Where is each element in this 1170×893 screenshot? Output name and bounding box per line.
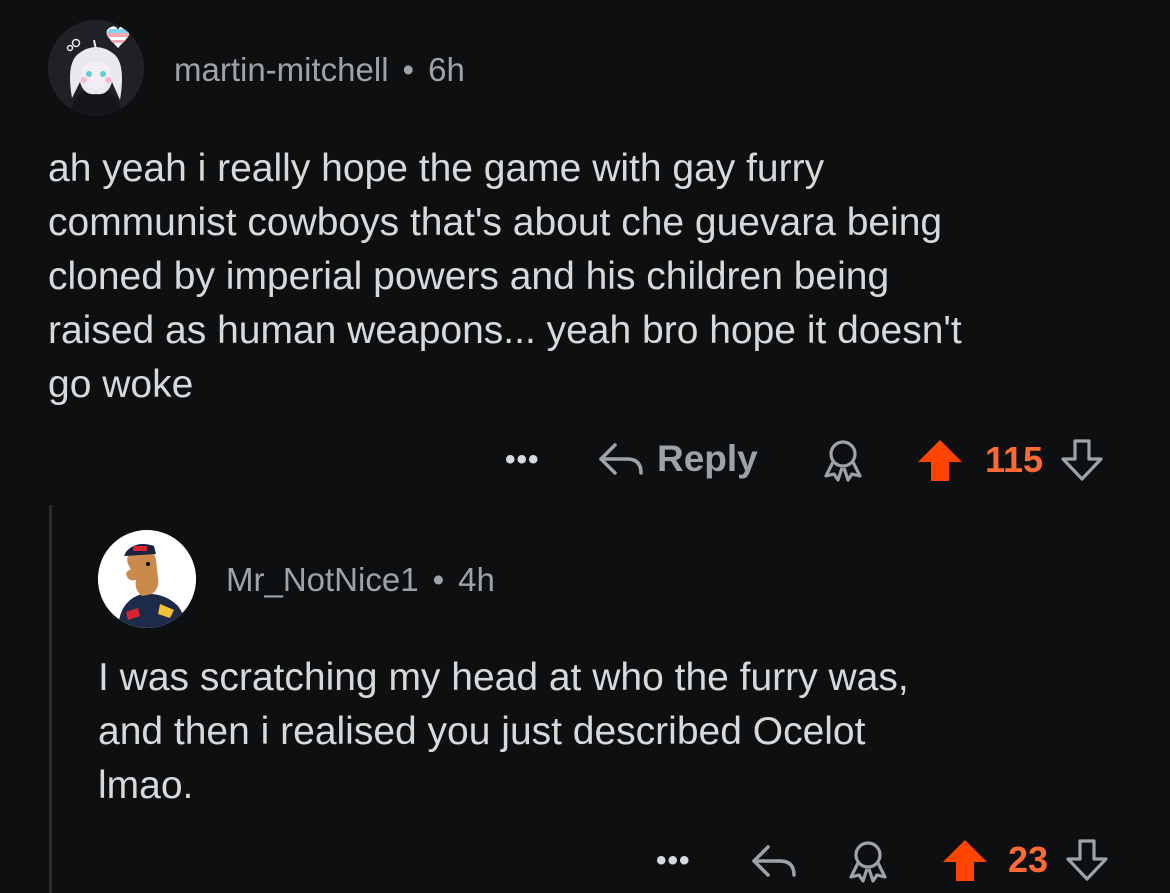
vote-control: 23 bbox=[940, 837, 1112, 883]
anime-avatar-icon bbox=[48, 20, 144, 116]
more-options-icon: ••• bbox=[656, 844, 691, 877]
more-options-icon: ••• bbox=[505, 443, 540, 476]
vote-score: 115 bbox=[985, 439, 1044, 480]
reply-label: Reply bbox=[657, 438, 758, 479]
meta-separator: • bbox=[432, 561, 445, 598]
reply-comment: Mr_NotNice1 • 4h I was scratching my head … bbox=[0, 505, 1170, 893]
comment-text-line: raised as human weapons... yeah bro hope… bbox=[48, 309, 962, 352]
upvote-arrow-icon[interactable] bbox=[940, 837, 990, 883]
comment-text-line: and then i realised you just described O… bbox=[98, 710, 866, 753]
comment-text-line: communist cowboys that's about che gueva… bbox=[48, 201, 943, 244]
downvote-arrow-icon[interactable] bbox=[1062, 837, 1112, 883]
comment-text-line: go woke bbox=[48, 363, 194, 406]
reply-button[interactable] bbox=[750, 839, 798, 883]
comment-text-line: cloned by imperial powers and his childr… bbox=[48, 255, 890, 298]
avatar[interactable] bbox=[98, 530, 196, 628]
comment-body: I was scratching my head at who the furr… bbox=[98, 651, 909, 813]
vote-score: 23 bbox=[1008, 839, 1049, 880]
vote-control: 115 bbox=[915, 437, 1107, 483]
comment-text-line: ah yeah i really hope the game with gay … bbox=[48, 147, 825, 190]
more-options-button[interactable]: ••• bbox=[505, 443, 540, 477]
comment-body: ah yeah i really hope the game with gay … bbox=[48, 142, 962, 412]
award-button[interactable] bbox=[845, 839, 891, 883]
upvote-arrow-icon[interactable] bbox=[915, 437, 965, 483]
username[interactable]: martin-mitchell bbox=[174, 51, 389, 88]
more-options-button[interactable]: ••• bbox=[656, 844, 691, 878]
avatar[interactable] bbox=[48, 20, 144, 116]
username[interactable]: Mr_NotNice1 bbox=[226, 561, 419, 598]
thread-line[interactable] bbox=[49, 505, 52, 893]
timestamp: 6h bbox=[428, 51, 465, 88]
award-icon bbox=[849, 841, 887, 883]
award-button[interactable] bbox=[820, 438, 866, 482]
award-icon bbox=[824, 440, 862, 482]
reply-arrow-icon bbox=[752, 845, 796, 877]
comment-text-line: lmao. bbox=[98, 764, 194, 807]
comment-meta: martin-mitchell • 6h bbox=[174, 51, 465, 89]
reply-button[interactable]: Reply bbox=[597, 436, 758, 482]
timestamp: 4h bbox=[458, 561, 495, 598]
reply-arrow-icon bbox=[599, 443, 643, 475]
comment-meta: Mr_NotNice1 • 4h bbox=[226, 561, 495, 599]
driver-avatar-icon bbox=[98, 530, 196, 628]
meta-separator: • bbox=[402, 51, 415, 88]
downvote-arrow-icon[interactable] bbox=[1057, 437, 1107, 483]
comment-text-line: I was scratching my head at who the furr… bbox=[98, 656, 909, 699]
